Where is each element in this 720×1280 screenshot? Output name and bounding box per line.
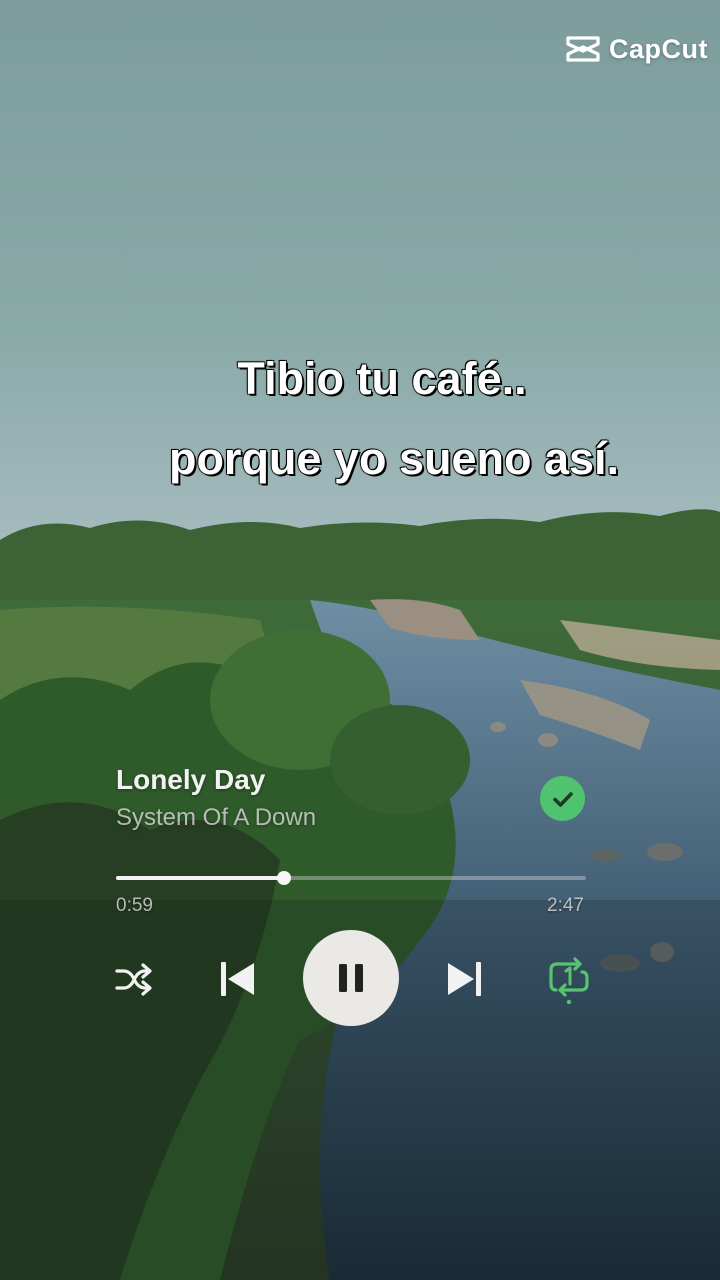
elapsed-time: 0:59 xyxy=(116,895,153,916)
next-button[interactable] xyxy=(444,958,486,1000)
skip-next-icon xyxy=(448,962,481,996)
background-landscape xyxy=(0,0,720,1280)
previous-button[interactable] xyxy=(216,958,258,1000)
pause-button[interactable] xyxy=(303,930,399,1026)
shuffle-icon xyxy=(115,963,152,996)
capcut-logo-icon xyxy=(566,36,600,62)
liked-button[interactable] xyxy=(540,776,585,821)
repeat-one-button[interactable] xyxy=(547,956,591,1006)
lyric-line-2: porque yo sueno así. xyxy=(168,433,620,484)
repeat-one-icon xyxy=(549,957,589,1005)
capcut-watermark: CapCut xyxy=(565,32,708,66)
pause-icon xyxy=(339,964,363,992)
progress-bar[interactable] xyxy=(116,871,586,885)
track-artist[interactable]: System Of A Down xyxy=(116,804,316,832)
shuffle-button[interactable] xyxy=(113,960,155,1000)
progress-fill xyxy=(116,876,284,880)
skip-previous-icon xyxy=(221,962,254,996)
checkmark-icon xyxy=(552,791,573,807)
lyric-line-1: Tibio tu café.. xyxy=(237,353,528,404)
total-duration: 2:47 xyxy=(547,895,584,916)
capcut-brand-text: CapCut xyxy=(609,33,708,64)
track-title: Lonely Day xyxy=(116,764,266,795)
progress-knob[interactable] xyxy=(276,871,291,885)
